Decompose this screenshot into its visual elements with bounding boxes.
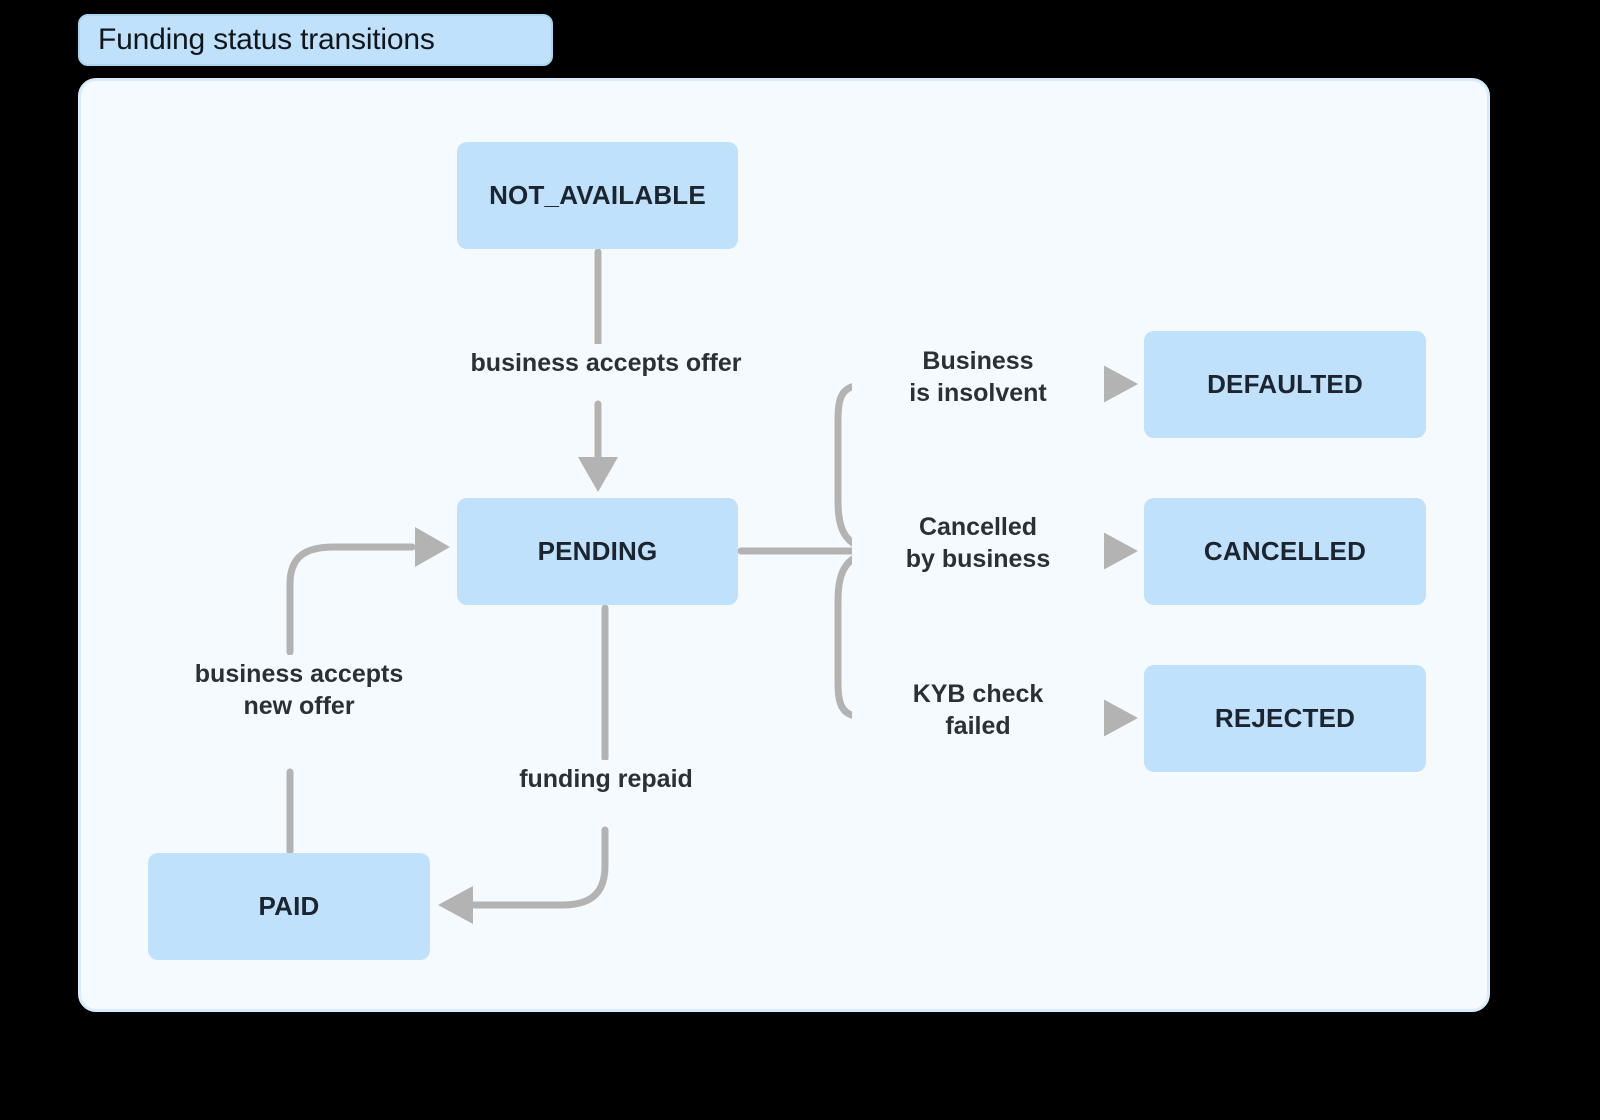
state-node-rejected[interactable]: REJECTED bbox=[1144, 665, 1426, 772]
state-node-pending[interactable]: PENDING bbox=[457, 498, 738, 605]
state-node-paid[interactable]: PAID bbox=[148, 853, 430, 960]
state-node-defaulted[interactable]: DEFAULTED bbox=[1144, 331, 1426, 438]
edge-label-cancelled-by-business: Cancelled by business bbox=[852, 509, 1104, 577]
node-label: PENDING bbox=[537, 536, 658, 566]
edge-label-kyb-check-failed: KYB check failed bbox=[852, 676, 1104, 744]
state-node-not-available[interactable]: NOT_AVAILABLE bbox=[457, 142, 738, 249]
edge-label-business-accepts-new-offer: business accepts new offer bbox=[132, 655, 466, 725]
diagram-title-badge: Funding status transitions bbox=[78, 14, 553, 66]
node-label: DEFAULTED bbox=[1207, 369, 1363, 399]
diagram-stage: Funding status transitions NOT_AVAILABLE… bbox=[0, 0, 1600, 1120]
page-title: Funding status transitions bbox=[98, 23, 435, 56]
edge-label-funding-repaid: funding repaid bbox=[448, 760, 764, 798]
state-node-cancelled[interactable]: CANCELLED bbox=[1144, 498, 1426, 605]
edge-label-business-is-insolvent: Business is insolvent bbox=[852, 343, 1104, 411]
node-label: NOT_AVAILABLE bbox=[489, 180, 706, 210]
node-label: PAID bbox=[258, 891, 320, 921]
edge-label-business-accepts-offer: business accepts offer bbox=[412, 344, 800, 382]
node-label: REJECTED bbox=[1214, 703, 1356, 733]
node-label: CANCELLED bbox=[1203, 536, 1367, 566]
